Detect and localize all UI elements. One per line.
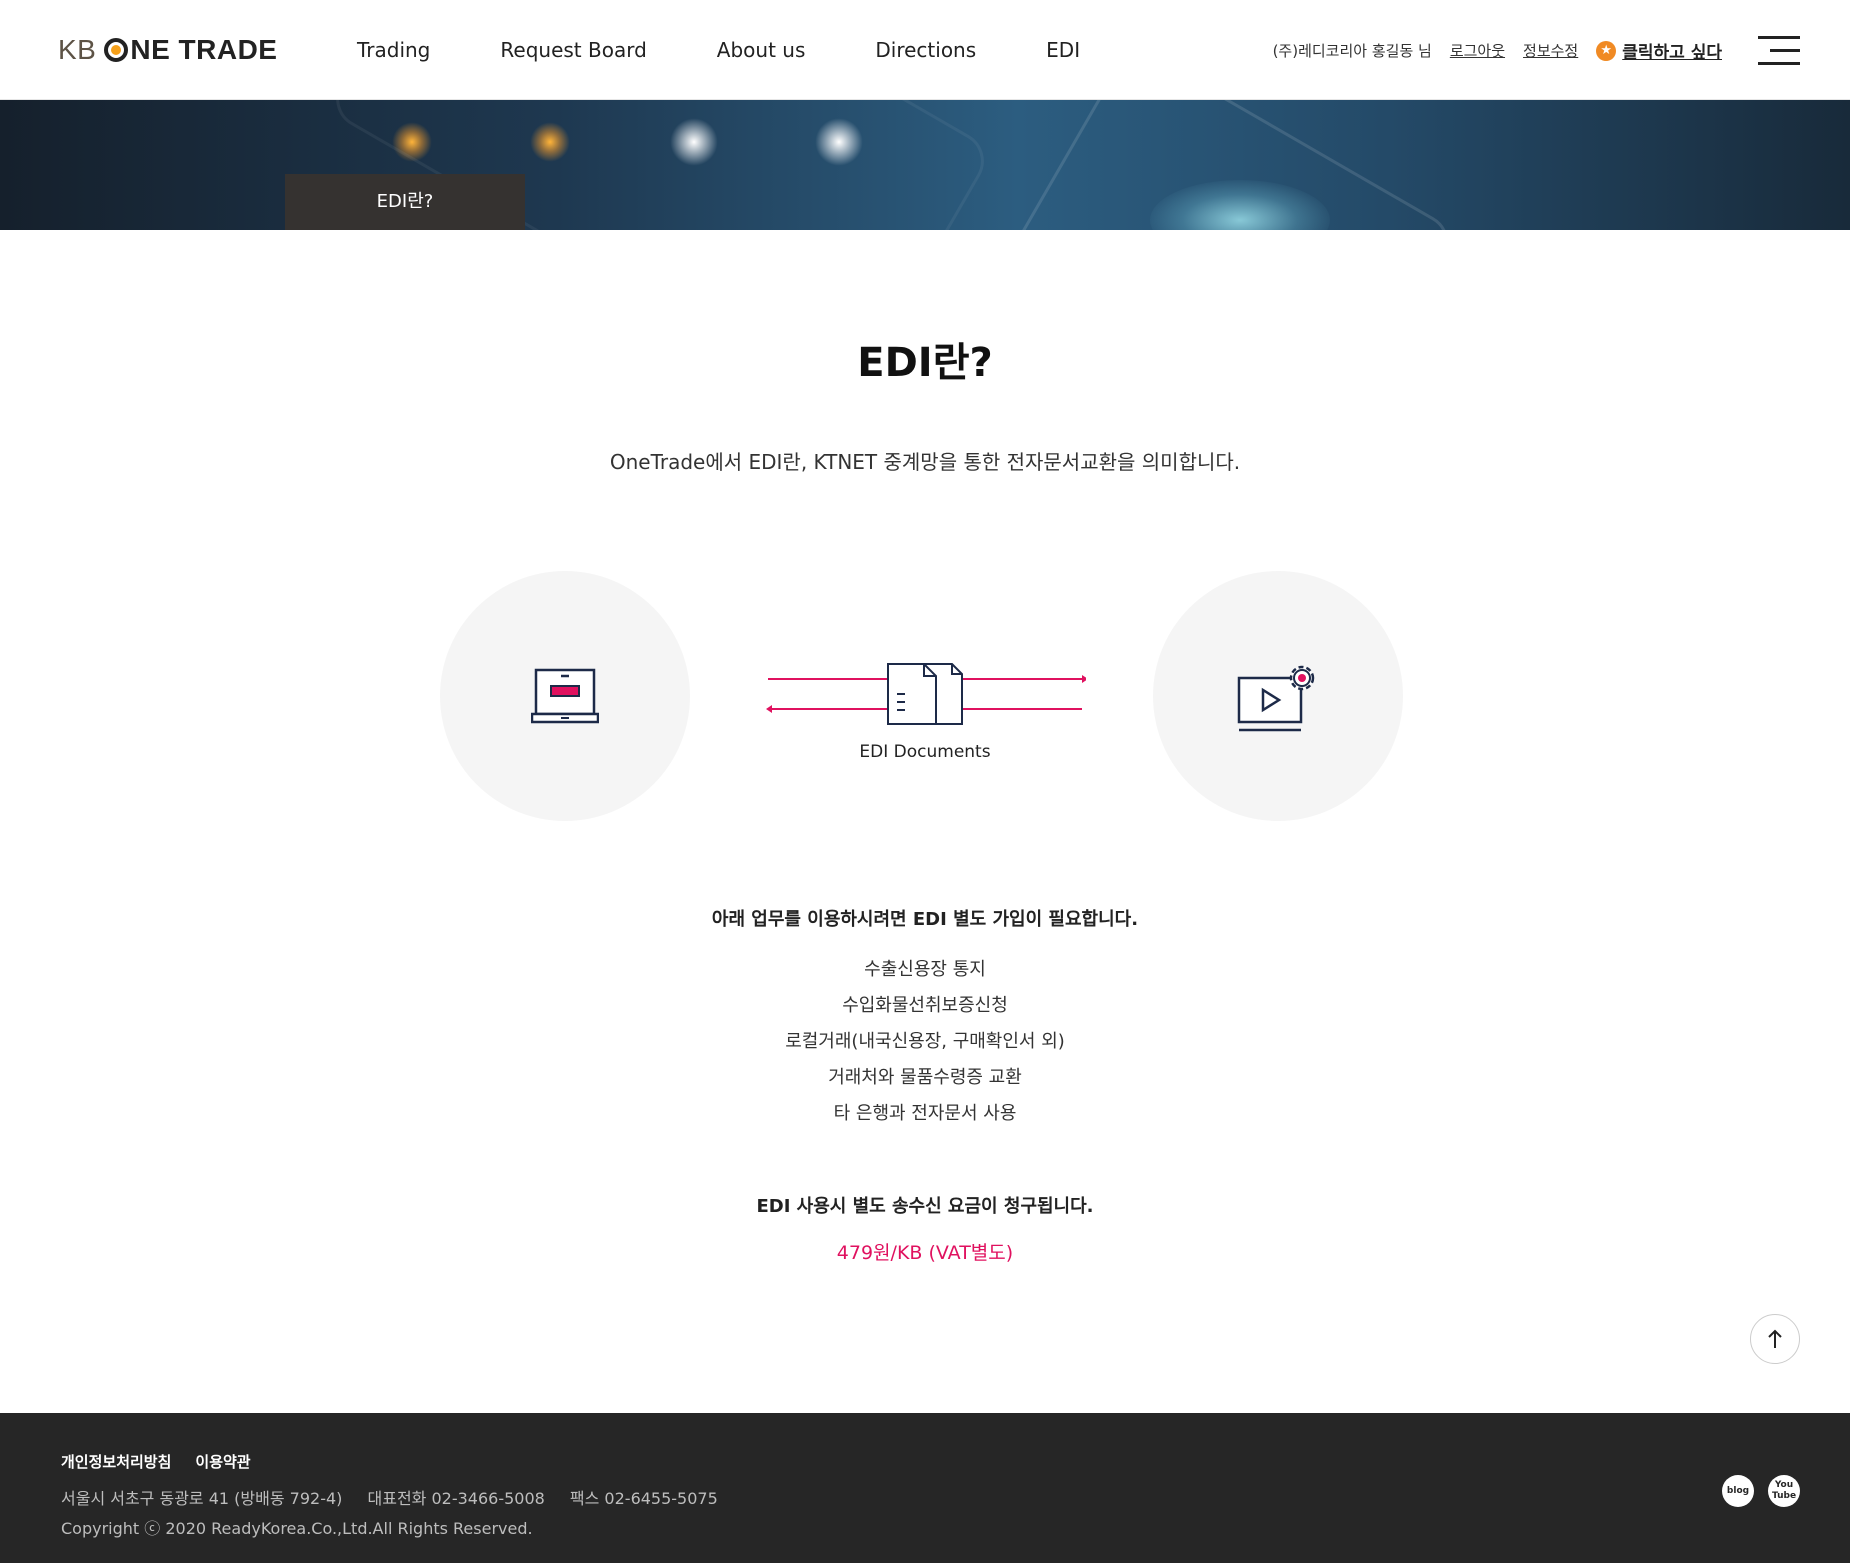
kb-one-trade-logo[interactable]: KB NE TRADE	[58, 34, 277, 66]
main-nav: Trading Request Board About us Direction…	[357, 38, 1150, 62]
star-icon: ★	[1596, 40, 1617, 61]
logo-o-icon	[104, 38, 129, 62]
youtube-icon[interactable]: You Tube	[1768, 1475, 1800, 1507]
left-circle	[440, 571, 690, 821]
monitor-settings-icon	[1237, 665, 1315, 732]
logo-one-trade-text: NE TRADE	[130, 34, 278, 65]
menu-line	[1758, 36, 1800, 39]
right-circle	[1153, 571, 1403, 821]
privacy-policy-link[interactable]: 개인정보처리방침	[61, 1451, 171, 1472]
edi-services-list: 수출신용장 통지 수입화물선취보증신청 로컬거래(내국신용장, 구매확인서 외)…	[0, 952, 1850, 1132]
menu-line	[1758, 62, 1800, 65]
documents-icon	[887, 663, 963, 725]
arrow-up-icon	[1768, 1329, 1782, 1348]
intro-text: OneTrade에서 EDI란, KTNET 중계망을 통한 전자문서교환을 의…	[609, 450, 1241, 474]
list-item: 수입화물선취보증신청	[842, 995, 1008, 1016]
breadcrumb-tab[interactable]: EDI란?	[285, 174, 525, 230]
list-item: 로컬거래(내국신용장, 구매확인서 외)	[785, 1031, 1065, 1052]
blog-icon[interactable]: blog	[1722, 1475, 1754, 1507]
nav-item-trading[interactable]: Trading	[357, 38, 430, 62]
edi-documents-label: EDI Documents	[859, 742, 991, 762]
fee-amount: 479원/KB (VAT별도)	[836, 1242, 1014, 1264]
page-title: EDI란?	[857, 340, 993, 386]
footer-fax: 팩스 02-6455-5075	[569, 1489, 718, 1508]
logout-link[interactable]: 로그아웃	[1450, 40, 1505, 61]
terms-link[interactable]: 이용약관	[195, 1451, 250, 1472]
site-footer: 개인정보처리방침 이용약관 서울시 서초구 동광로 41 (방배동 792-4)…	[0, 1413, 1850, 1563]
page-banner: EDI란?	[0, 100, 1850, 230]
nav-item-request-board[interactable]: Request Board	[500, 38, 646, 62]
list-item: 타 은행과 전자문서 사용	[833, 1103, 1017, 1124]
site-header: KB NE TRADE Trading Request Board About …	[0, 0, 1850, 100]
edi-signup-notice: 아래 업무를 이용하시려면 EDI 별도 가입이 필요합니다.	[711, 909, 1139, 930]
fee-notice: EDI 사용시 별도 송수신 요금이 청구됩니다.	[756, 1196, 1094, 1217]
hamburger-menu-icon[interactable]	[1758, 36, 1800, 66]
favorite-link[interactable]: 클릭하고 싶다	[1622, 38, 1722, 63]
menu-line	[1770, 49, 1800, 52]
list-item: 거래처와 물품수령증 교환	[828, 1067, 1022, 1088]
edit-info-link[interactable]: 정보수정	[1523, 40, 1578, 61]
footer-phone: 대표전화 02-3466-5008	[367, 1489, 545, 1508]
nav-item-about-us[interactable]: About us	[717, 38, 806, 62]
footer-contact: 서울시 서초구 동광로 41 (방배동 792-4) 대표전화 02-3466-…	[61, 1485, 738, 1509]
list-item: 수출신용장 통지	[864, 959, 986, 980]
footer-links: 개인정보처리방침 이용약관	[61, 1451, 275, 1472]
user-area: (주)레디코리아 홍길동 님 로그아웃 정보수정 ★ 클릭하고 싶다	[1273, 38, 1722, 63]
edi-flow-arrows	[766, 663, 1086, 725]
laptop-icon	[531, 668, 599, 724]
scroll-top-button[interactable]	[1750, 1314, 1800, 1364]
logo-kb-text: KB	[58, 34, 97, 65]
nav-item-edi[interactable]: EDI	[1046, 38, 1080, 62]
footer-copyright: Copyright ⓒ 2020 ReadyKorea.Co.,Ltd.All …	[61, 1519, 533, 1538]
user-name: (주)레디코리아 홍길동 님	[1272, 42, 1432, 60]
nav-item-directions[interactable]: Directions	[875, 38, 976, 62]
footer-address: 서울시 서초구 동광로 41 (방배동 792-4)	[61, 1489, 343, 1508]
